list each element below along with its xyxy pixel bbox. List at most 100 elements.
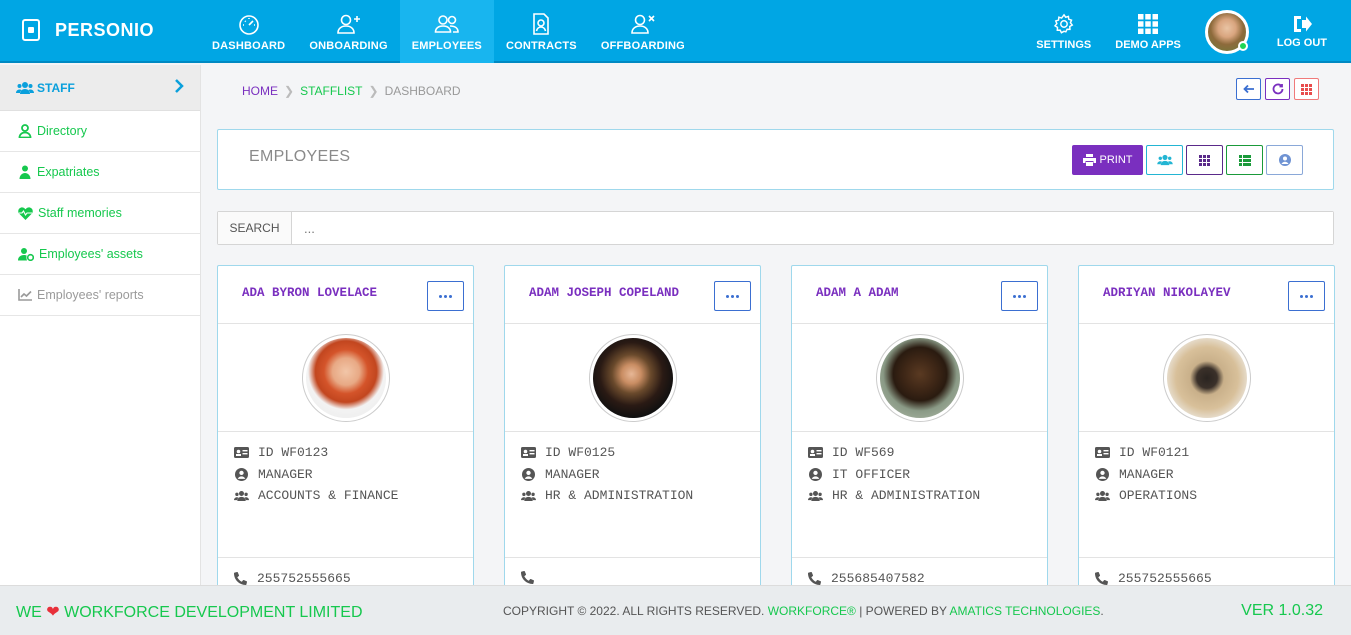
user-tie-icon — [18, 124, 32, 138]
group-view-button[interactable] — [1146, 145, 1183, 175]
employee-name[interactable]: ADA BYRON LOVELACE — [242, 286, 377, 300]
id-badge-icon — [22, 19, 40, 41]
breadcrumb-current: DASHBOARD — [384, 84, 461, 98]
list-view-button[interactable] — [1226, 145, 1263, 175]
employee-card: ADAM A ADAM ID WF569 IT OFFICER HR & ADM… — [791, 265, 1048, 585]
sidebar-item-label: Employees' reports — [37, 288, 144, 302]
sidebar-header-staff[interactable]: STAFF — [0, 65, 200, 111]
workforce-link[interactable]: WORKFORCE® — [768, 604, 856, 618]
more-options-button[interactable] — [1288, 281, 1325, 311]
employee-phone[interactable]: 255685407582 — [831, 571, 925, 585]
heartbeat-icon — [18, 206, 33, 220]
brand[interactable]: PERSONIO — [22, 19, 154, 41]
more-options-button[interactable] — [1001, 281, 1038, 311]
employee-department: HR & ADMINISTRATION — [832, 488, 981, 504]
breadcrumb-separator-icon: ❯ — [284, 84, 295, 98]
profile-view-button[interactable] — [1266, 145, 1303, 175]
employee-id: ID WF569 — [832, 445, 895, 461]
phone-icon — [234, 572, 247, 585]
right-nav: SETTINGS DEMO APPS LOG OUT — [1024, 0, 1351, 63]
nav-contracts[interactable]: CONTRACTS — [494, 0, 589, 63]
back-button[interactable] — [1236, 78, 1261, 100]
print-icon — [1082, 154, 1096, 166]
refresh-button[interactable] — [1265, 78, 1290, 100]
users-icon — [808, 490, 823, 501]
grid-view-button[interactable] — [1186, 145, 1223, 175]
phone-icon — [521, 571, 534, 584]
breadcrumb: HOME ❯ STAFFLIST ❯ DASHBOARD — [242, 84, 467, 98]
grid-icon — [1138, 13, 1159, 34]
employee-department: OPERATIONS — [1119, 488, 1198, 504]
users-icon — [1095, 490, 1110, 501]
employees-panel: EMPLOYEES PRINT — [217, 129, 1334, 190]
logout-button[interactable]: LOG OUT — [1265, 15, 1351, 49]
user-circle-icon — [1278, 154, 1291, 166]
nav-employees[interactable]: EMPLOYEES — [399, 0, 494, 63]
demo-apps-button[interactable]: DEMO APPS — [1103, 13, 1193, 51]
arrow-left-icon — [1242, 84, 1254, 94]
user-plus-icon — [336, 14, 360, 34]
sidebar-item-expatriates[interactable]: Expatriates — [0, 152, 200, 193]
nav-offboarding[interactable]: OFFBOARDING — [589, 0, 697, 63]
page-title: EMPLOYEES — [249, 148, 351, 165]
user-avatar[interactable] — [1204, 9, 1249, 54]
employee-role: MANAGER — [545, 466, 600, 482]
user-circle-icon — [235, 467, 248, 481]
employee-name[interactable]: ADAM JOSEPH COPELAND — [529, 286, 679, 300]
users-icon — [234, 490, 249, 501]
expat-icon — [19, 165, 31, 179]
nav-onboarding[interactable]: ONBOARDING — [297, 0, 399, 63]
nav-employees-label: EMPLOYEES — [411, 40, 482, 52]
settings-button[interactable]: SETTINGS — [1024, 13, 1103, 51]
sidebar-item-employees-reports[interactable]: Employees' reports — [0, 275, 200, 316]
footer-company-name: WORKFORCE DEVELOPMENT LIMITED — [64, 604, 363, 621]
more-options-button[interactable] — [714, 281, 751, 311]
breadcrumb-stafflist[interactable]: STAFFLIST — [300, 84, 362, 98]
more-options-button[interactable] — [427, 281, 464, 311]
sidebar-item-label: Expatriates — [37, 165, 100, 179]
users-icon — [1156, 154, 1173, 166]
nav-offboarding-label: OFFBOARDING — [600, 40, 685, 52]
nav-dashboard[interactable]: DASHBOARD — [200, 0, 297, 63]
phone-icon — [1095, 572, 1108, 585]
employee-phone[interactable]: 255752555665 — [1118, 571, 1212, 585]
page-toolbar — [1236, 78, 1319, 100]
employee-department: ACCOUNTS & FINANCE — [258, 488, 399, 504]
employee-name[interactable]: ADAM A ADAM — [816, 286, 899, 300]
user-circle-icon — [809, 467, 822, 481]
heart-icon: ❤ — [46, 604, 60, 621]
chevron-right-icon — [175, 79, 184, 93]
user-cog-icon — [18, 248, 34, 261]
print-label: PRINT — [1099, 154, 1133, 166]
nav-dashboard-label: DASHBOARD — [212, 40, 286, 52]
grid-icon — [1199, 154, 1210, 166]
sidebar-item-staff-memories[interactable]: Staff memories — [0, 193, 200, 234]
footer-company: WE ❤ WORKFORCE DEVELOPMENT LIMITED — [16, 602, 363, 622]
amatics-link[interactable]: AMATICS TECHNOLOGIES — [950, 604, 1101, 618]
search-input[interactable] — [292, 212, 1333, 244]
sidebar-item-directory[interactable]: Directory — [0, 111, 200, 152]
employee-phone[interactable]: 255752555665 — [257, 571, 351, 585]
employee-photo — [875, 334, 964, 422]
footer: WE ❤ WORKFORCE DEVELOPMENT LIMITED COPYR… — [0, 585, 1351, 635]
sign-out-icon — [1293, 15, 1312, 32]
sidebar-item-employees-assets[interactable]: Employees' assets — [0, 234, 200, 275]
employee-role: MANAGER — [258, 466, 313, 482]
employee-card: ADRIYAN NIKOLAYEV ID WF0121 MANAGER OPER… — [1078, 265, 1335, 585]
breadcrumb-home[interactable]: HOME — [242, 84, 278, 98]
breadcrumb-separator-icon: ❯ — [368, 84, 379, 98]
id-card-icon — [234, 447, 249, 459]
employee-id: ID WF0123 — [258, 445, 329, 461]
sidebar-item-label: Employees' assets — [39, 247, 143, 261]
employee-name[interactable]: ADRIYAN NIKOLAYEV — [1103, 286, 1231, 300]
main-content: HOME ❯ STAFFLIST ❯ DASHBOARD EMPLOYEES P… — [201, 65, 1351, 585]
print-button[interactable]: PRINT — [1072, 145, 1143, 175]
apps-grid-button[interactable] — [1294, 78, 1319, 100]
online-status-dot — [1237, 40, 1248, 51]
sidebar: STAFF Directory Expatriates Staff memori… — [0, 65, 201, 585]
user-circle-icon — [1096, 467, 1109, 481]
settings-label: SETTINGS — [1036, 38, 1092, 51]
footer-period: . — [1100, 604, 1104, 618]
user-circle-icon — [522, 467, 535, 481]
nav-contracts-label: CONTRACTS — [505, 40, 577, 52]
